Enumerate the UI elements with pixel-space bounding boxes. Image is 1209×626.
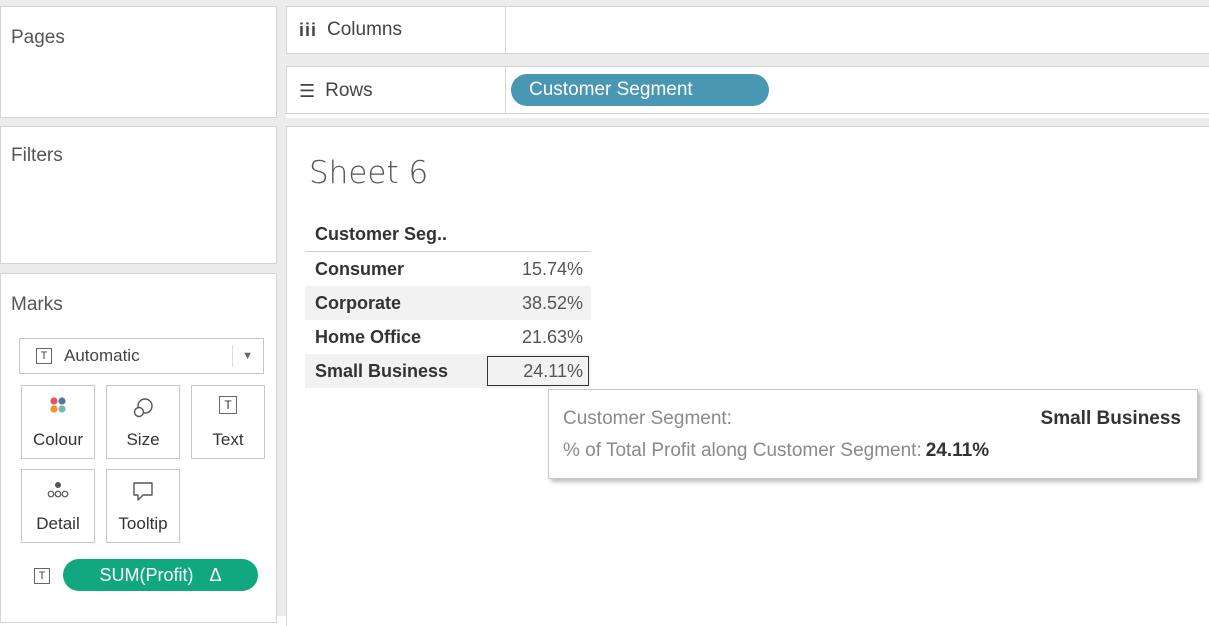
row-label[interactable]: Consumer [305,252,485,287]
text-button[interactable]: T Text [191,385,265,459]
colour-label: Colour [32,430,84,449]
table-calculation-delta-icon: Δ [209,564,222,585]
columns-label: Columns [327,19,402,40]
detail-icon [22,480,94,500]
sheet-title: Sheet 6 [309,155,429,191]
rows-shelf[interactable]: ☰ Rows Customer Segment [286,66,1209,114]
size-icon [107,396,179,420]
row-value[interactable]: 38.52% [485,286,591,320]
sheet-view: Sheet 6 Customer Seg.. Consumer 15.74% C… [286,126,1209,626]
tooltip-label: Tooltip [118,514,168,533]
marks-title: Marks [11,294,63,315]
detail-button[interactable]: Detail [21,469,95,543]
size-label: Size [126,430,160,449]
columns-shelf[interactable]: iii Columns [286,6,1209,54]
marks-panel: Marks T Automatic ▼ Colour Size T Text D… [0,273,277,623]
customer-segment-pill-label: Customer Segment [529,79,693,100]
table-row[interactable]: Corporate 38.52% [305,286,591,320]
text-mark-icon: T [36,348,52,364]
table-row[interactable]: Small Business 24.11% [305,354,591,388]
rows-label: Rows [325,80,373,101]
tooltip-key: Customer Segment: [563,408,732,429]
chevron-down-icon: ▼ [242,350,253,362]
text-encoding-icon: T [34,568,50,584]
pages-panel[interactable]: Pages [0,6,277,118]
customer-segment-pill[interactable]: Customer Segment [511,74,769,106]
tooltip-popup: Customer Segment: Small Business % of To… [548,389,1198,479]
tooltip-value: 24.11% [925,440,990,461]
columns-shelf-label: iii Columns [299,19,402,41]
rows-icon: ☰ [299,80,316,101]
text-label: Text [212,430,244,449]
shelf-divider [505,7,506,53]
row-value[interactable]: 21.63% [485,320,591,354]
colour-button[interactable]: Colour [21,385,95,459]
column-header[interactable]: Customer Seg.. [305,217,485,252]
shelf-divider [505,67,506,113]
sum-profit-label: SUM(Profit) [99,564,194,585]
detail-label: Detail [36,514,80,533]
table-row[interactable]: Consumer 15.74% [305,252,591,287]
columns-icon: iii [299,19,318,40]
row-label[interactable]: Small Business [305,354,485,388]
table-row[interactable]: Home Office 21.63% [305,320,591,354]
data-table: Customer Seg.. Consumer 15.74% Corporate… [305,217,591,388]
table-header-row: Customer Seg.. [305,217,591,252]
speech-bubble-icon [107,480,179,502]
tooltip-button[interactable]: Tooltip [106,469,180,543]
sum-profit-pill[interactable]: SUM(Profit) Δ [63,559,258,591]
tooltip-value: Small Business [1040,408,1181,429]
filters-title: Filters [11,145,63,166]
colour-icon [22,396,94,414]
text-icon: T [192,396,264,414]
row-value[interactable]: 15.74% [485,252,591,287]
column-header-spacer [485,217,591,252]
pages-title: Pages [11,27,65,48]
row-label[interactable]: Corporate [305,286,485,320]
tooltip-key: % of Total Profit along Customer Segment… [563,440,922,461]
dropdown-separator [232,345,233,367]
size-button[interactable]: Size [106,385,180,459]
mark-type-dropdown[interactable]: T Automatic ▼ [19,338,264,374]
tooltip-row: % of Total Profit along Customer Segment… [563,440,1181,462]
row-label[interactable]: Home Office [305,320,485,354]
mark-type-label: Automatic [64,346,140,365]
selected-row-value[interactable]: 24.11% [485,354,591,388]
tooltip-row: Customer Segment: Small Business [563,408,1181,430]
rows-shelf-label: ☰ Rows [299,80,373,102]
filters-panel[interactable]: Filters [0,126,277,264]
